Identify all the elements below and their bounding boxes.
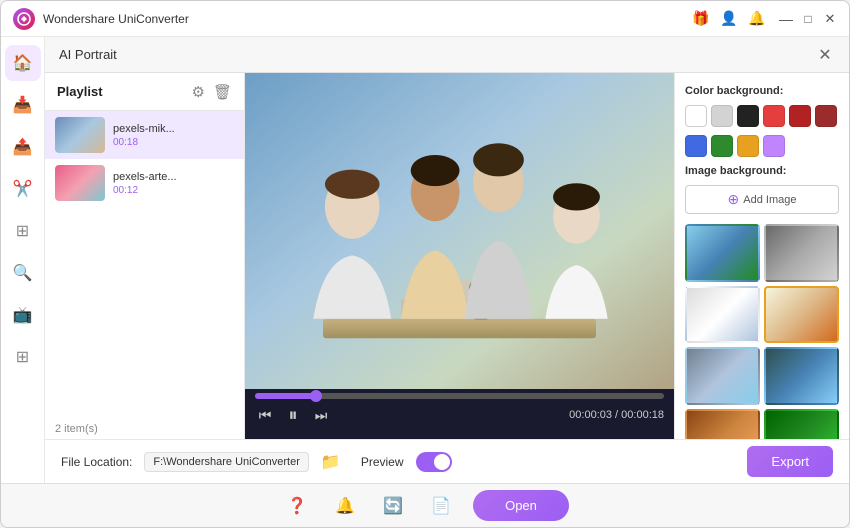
add-icon: ⊕ [728, 191, 740, 208]
playlist-item-name-2: pexels-arte... [113, 171, 234, 183]
play-pause-button[interactable]: ⏸ [283, 405, 303, 425]
time-separator: / [615, 409, 618, 421]
image-thumb-2[interactable] [764, 224, 839, 282]
sidebar-item-grid[interactable]: ⊞ [5, 213, 41, 249]
sidebar-item-search[interactable]: 🔍 [5, 255, 41, 291]
sidebar-item-download[interactable]: 📥 [5, 87, 41, 123]
image-thumb-1[interactable] [685, 224, 760, 282]
titlebar: Wondershare UniConverter 🎁 👤 🔔 — □ ✕ [1, 1, 849, 37]
color-swatch-black[interactable] [737, 105, 759, 127]
image-thumb-8[interactable] [764, 409, 839, 439]
export-button[interactable]: Export [747, 446, 833, 477]
dialog-titlebar: AI Portrait ✕ [45, 37, 849, 73]
color-grid-2 [685, 135, 839, 157]
color-section-title: Color background: [685, 85, 839, 97]
image-thumb-3[interactable] [685, 286, 760, 344]
time-display: 00:00:03 / 00:00:18 [569, 409, 664, 421]
playlist-item-info-1: pexels-mik... 00:18 [113, 123, 234, 148]
items-count: 2 item(s) [45, 419, 244, 439]
progress-fill [255, 393, 316, 399]
playlist-item-info-2: pexels-arte... 00:12 [113, 171, 234, 196]
add-image-label: Add Image [743, 194, 796, 206]
close-window-button[interactable]: ✕ [823, 12, 837, 26]
window-controls: 🎁 👤 🔔 — □ ✕ [691, 9, 837, 29]
sidebar: 🏠 📥 📤 ✂️ ⊞ 🔍 📺 ⊞ [1, 37, 45, 483]
sidebar-item-cut[interactable]: ✂️ [5, 171, 41, 207]
playlist-header-icons: ⚙ 🗑 [192, 83, 233, 101]
progress-thumb[interactable] [310, 390, 322, 402]
main-content: 🏠 📥 📤 ✂️ ⊞ 🔍 📺 ⊞ AI Portrait ✕ Playlist [1, 37, 849, 483]
video-controls: ⏮ ⏸ ⏭ 00:00:03 / 00:00:18 [245, 389, 674, 439]
open-button[interactable]: Open [473, 490, 569, 521]
video-area: ⏮ ⏸ ⏭ 00:00:03 / 00:00:18 [245, 73, 674, 439]
image-section-title: Image background: [685, 165, 839, 177]
sidebar-item-tv[interactable]: 📺 [5, 297, 41, 333]
maximize-button[interactable]: □ [801, 12, 815, 26]
color-swatch-red[interactable] [763, 105, 785, 127]
dialog-content: Playlist ⚙ 🗑 pexels-mik... 00 [45, 73, 849, 439]
sidebar-item-apps[interactable]: ⊞ [5, 339, 41, 375]
video-preview [245, 73, 674, 389]
gift-icon[interactable]: 🎁 [691, 9, 711, 29]
playlist-thumb-1 [55, 117, 105, 153]
playlist-item-duration-2: 00:12 [113, 185, 234, 196]
current-time: 00:00:03 [569, 409, 612, 421]
playlist-header: Playlist ⚙ 🗑 [45, 73, 244, 111]
dock-bell-icon[interactable]: 🔔 [329, 490, 361, 522]
color-swatch-purple[interactable] [763, 135, 785, 157]
file-location-label: File Location: [61, 455, 132, 469]
file-path: F:\Wondershare UniConverter [144, 452, 309, 472]
image-thumb-4[interactable] [764, 286, 839, 344]
color-swatch-orange[interactable] [737, 135, 759, 157]
minimize-button[interactable]: — [779, 12, 793, 26]
preview-toggle[interactable] [416, 452, 452, 472]
dock-refresh-icon[interactable]: 🔄 [377, 490, 409, 522]
playlist-delete-icon[interactable]: 🗑 [213, 83, 232, 101]
sidebar-item-upload[interactable]: 📤 [5, 129, 41, 165]
folder-icon[interactable]: 📁 [321, 452, 341, 472]
image-thumb-7[interactable] [685, 409, 760, 439]
right-panel: Color background: [674, 73, 849, 439]
preview-label: Preview [361, 455, 404, 469]
app-title: Wondershare UniConverter [43, 12, 189, 26]
playlist-settings-icon[interactable]: ⚙ [192, 83, 205, 101]
playlist-item-duration-1: 00:18 [113, 137, 234, 148]
bottom-bar: File Location: F:\Wondershare UniConvert… [45, 439, 849, 483]
color-grid [685, 105, 839, 127]
image-thumb-5[interactable] [685, 347, 760, 405]
total-time: 00:00:18 [621, 409, 664, 421]
playlist-item-name-1: pexels-mik... [113, 123, 234, 135]
controls-row: ⏮ ⏸ ⏭ 00:00:03 / 00:00:18 [255, 405, 664, 425]
playlist-thumb-2 [55, 165, 105, 201]
playlist-item[interactable]: pexels-arte... 00:12 [45, 159, 244, 207]
playlist-title: Playlist [57, 84, 192, 99]
color-swatch-blue[interactable] [685, 135, 707, 157]
forward-button[interactable]: ⏭ [311, 405, 331, 425]
color-swatch-green[interactable] [711, 135, 733, 157]
image-grid [685, 224, 839, 439]
dock-help-icon[interactable]: ❓ [281, 490, 313, 522]
app-logo [13, 8, 35, 30]
rewind-button[interactable]: ⏮ [255, 405, 275, 425]
dialog-title: AI Portrait [59, 47, 117, 62]
app-window: Wondershare UniConverter 🎁 👤 🔔 — □ ✕ 🏠 📥… [0, 0, 850, 528]
bottom-dock: ❓ 🔔 🔄 📄 Open [1, 483, 849, 527]
color-swatch-darkred[interactable] [789, 105, 811, 127]
add-image-button[interactable]: ⊕ Add Image [685, 185, 839, 214]
color-swatch-white[interactable] [685, 105, 707, 127]
notification-icon[interactable]: 🔔 [747, 9, 767, 29]
progress-bar[interactable] [255, 393, 664, 399]
toggle-knob [434, 454, 450, 470]
image-thumb-6[interactable] [764, 347, 839, 405]
dock-page-icon[interactable]: 📄 [425, 490, 457, 522]
video-container [245, 73, 674, 389]
sidebar-item-home[interactable]: 🏠 [5, 45, 41, 81]
color-swatch-lightgray[interactable] [711, 105, 733, 127]
playlist-item[interactable]: pexels-mik... 00:18 [45, 111, 244, 159]
dialog-close-button[interactable]: ✕ [815, 45, 835, 65]
playlist-panel: Playlist ⚙ 🗑 pexels-mik... 00 [45, 73, 245, 439]
dialog-area: AI Portrait ✕ Playlist ⚙ 🗑 [45, 37, 849, 483]
color-swatch-deepred[interactable] [815, 105, 837, 127]
user-icon[interactable]: 👤 [719, 9, 739, 29]
